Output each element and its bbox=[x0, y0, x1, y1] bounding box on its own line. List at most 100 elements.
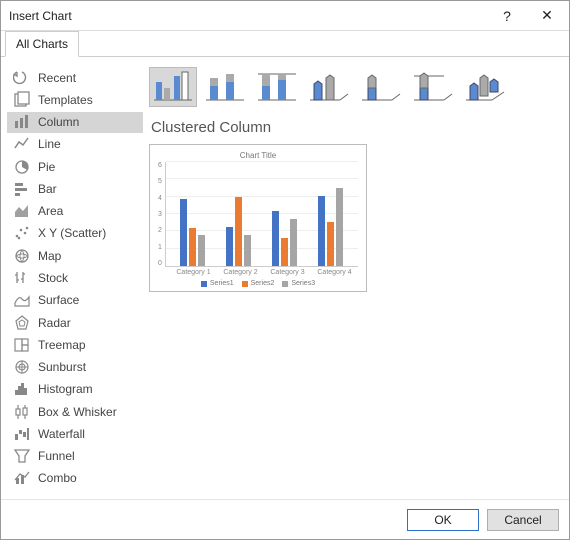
stock-icon bbox=[13, 269, 31, 287]
bar bbox=[235, 197, 242, 266]
bar-group bbox=[272, 211, 297, 266]
dialog-title: Insert Chart bbox=[9, 9, 487, 23]
bar bbox=[226, 227, 233, 266]
sidebar-item-map[interactable]: Map bbox=[7, 245, 143, 266]
legend-item: Series1 bbox=[201, 280, 234, 287]
chart-title: Chart Title bbox=[158, 151, 358, 160]
sidebar-item-box-whisker[interactable]: Box & Whisker bbox=[7, 401, 143, 422]
bar bbox=[318, 196, 325, 267]
sidebar-item-templates[interactable]: Templates bbox=[7, 89, 143, 110]
cancel-label: Cancel bbox=[504, 513, 541, 527]
line-icon bbox=[13, 135, 31, 153]
sidebar-item-histogram[interactable]: Histogram bbox=[7, 379, 143, 400]
sidebar-item-label: Map bbox=[38, 249, 61, 263]
ytick: 3 bbox=[158, 211, 162, 218]
sidebar-item-label: Radar bbox=[38, 316, 71, 330]
bar-group bbox=[226, 197, 251, 266]
surface-icon bbox=[13, 291, 31, 309]
bar bbox=[180, 199, 187, 266]
ytick: 0 bbox=[158, 260, 162, 267]
sidebar-item-label: Surface bbox=[38, 293, 79, 307]
sidebar-item-bar[interactable]: Bar bbox=[7, 178, 143, 199]
sidebar-item-column[interactable]: Column bbox=[7, 112, 143, 133]
subtype-3d-column[interactable] bbox=[461, 67, 509, 107]
ytick: 6 bbox=[158, 162, 162, 169]
combo-icon bbox=[13, 469, 31, 487]
sidebar-item-pie[interactable]: Pie bbox=[7, 156, 143, 177]
titlebar: Insert Chart ? ✕ bbox=[1, 1, 569, 31]
subtype-3d-stacked-column[interactable] bbox=[357, 67, 405, 107]
plot bbox=[165, 162, 358, 267]
area-icon bbox=[13, 202, 31, 220]
sidebar-item-treemap[interactable]: Treemap bbox=[7, 334, 143, 355]
xtick: Category 3 bbox=[270, 269, 304, 276]
sidebar-item-label: Stock bbox=[38, 271, 68, 285]
ytick: 2 bbox=[158, 227, 162, 234]
close-button[interactable]: ✕ bbox=[527, 2, 567, 30]
help-icon: ? bbox=[503, 8, 511, 24]
chart-plot-area: 6 5 4 3 2 1 0 bbox=[158, 162, 358, 267]
sidebar-item-label: Line bbox=[38, 137, 61, 151]
sidebar-item-radar[interactable]: Radar bbox=[7, 312, 143, 333]
funnel-icon bbox=[13, 447, 31, 465]
sidebar-item-surface[interactable]: Surface bbox=[7, 290, 143, 311]
close-icon: ✕ bbox=[541, 7, 553, 24]
preview-heading: Clustered Column bbox=[151, 119, 559, 136]
bar bbox=[290, 219, 297, 266]
sidebar-item-label: Combo bbox=[38, 471, 77, 485]
sidebar-item-funnel[interactable]: Funnel bbox=[7, 446, 143, 467]
sidebar-item-line[interactable]: Line bbox=[7, 134, 143, 155]
xtick: Category 4 bbox=[317, 269, 351, 276]
subtype-100-stacked-column[interactable] bbox=[253, 67, 301, 107]
subtype-3d-100-stacked-column[interactable] bbox=[409, 67, 457, 107]
box-whisker-icon bbox=[13, 403, 31, 421]
sidebar-item-area[interactable]: Area bbox=[7, 201, 143, 222]
bar-group bbox=[180, 199, 205, 266]
legend: Series1 Series2 Series3 bbox=[158, 280, 358, 287]
histogram-icon bbox=[13, 380, 31, 398]
sidebar-item-recent[interactable]: Recent bbox=[7, 67, 143, 88]
sidebar-item-sunburst[interactable]: Sunburst bbox=[7, 356, 143, 377]
sunburst-icon bbox=[13, 358, 31, 376]
sidebar-item-label: Area bbox=[38, 204, 63, 218]
sidebar-item-label: Treemap bbox=[38, 338, 86, 352]
dialog-footer: OK Cancel bbox=[1, 499, 569, 539]
sidebar-item-label: X Y (Scatter) bbox=[38, 226, 106, 240]
main-panel: Clustered Column Chart Title 6 5 4 3 2 1… bbox=[149, 67, 559, 489]
sidebar-item-waterfall[interactable]: Waterfall bbox=[7, 423, 143, 444]
column-icon bbox=[13, 113, 31, 131]
sidebar-item-combo[interactable]: Combo bbox=[7, 468, 143, 489]
ok-label: OK bbox=[434, 513, 451, 527]
tab-all-charts[interactable]: All Charts bbox=[5, 31, 79, 57]
tab-strip: All Charts bbox=[1, 31, 569, 57]
bar-icon bbox=[13, 180, 31, 198]
legend-item: Series2 bbox=[242, 280, 275, 287]
bar bbox=[281, 238, 288, 266]
sidebar-item-stock[interactable]: Stock bbox=[7, 267, 143, 288]
chart-preview[interactable]: Chart Title 6 5 4 3 2 1 0 Category 1 bbox=[149, 144, 367, 292]
bar-group bbox=[318, 188, 343, 266]
xtick: Category 2 bbox=[223, 269, 257, 276]
ok-button[interactable]: OK bbox=[407, 509, 479, 531]
sidebar-item-label: Histogram bbox=[38, 382, 93, 396]
bar bbox=[272, 211, 279, 266]
sidebar-item-label: Recent bbox=[38, 71, 76, 85]
sidebar-item-label: Templates bbox=[38, 93, 93, 107]
tab-label: All Charts bbox=[16, 37, 68, 51]
help-button[interactable]: ? bbox=[487, 2, 527, 30]
bar bbox=[198, 235, 205, 266]
subtype-clustered-column[interactable] bbox=[149, 67, 197, 107]
pie-icon bbox=[13, 158, 31, 176]
waterfall-icon bbox=[13, 425, 31, 443]
sidebar-item-scatter[interactable]: X Y (Scatter) bbox=[7, 223, 143, 244]
templates-icon bbox=[13, 91, 31, 109]
cancel-button[interactable]: Cancel bbox=[487, 509, 559, 531]
bar bbox=[336, 188, 343, 266]
sidebar-item-label: Pie bbox=[38, 160, 55, 174]
sidebar-item-label: Funnel bbox=[38, 449, 75, 463]
subtype-3d-clustered-column[interactable] bbox=[305, 67, 353, 107]
bar bbox=[244, 235, 251, 266]
sidebar-item-label: Bar bbox=[38, 182, 57, 196]
chart-family-sidebar: Recent Templates Column Line bbox=[7, 67, 143, 489]
subtype-stacked-column[interactable] bbox=[201, 67, 249, 107]
